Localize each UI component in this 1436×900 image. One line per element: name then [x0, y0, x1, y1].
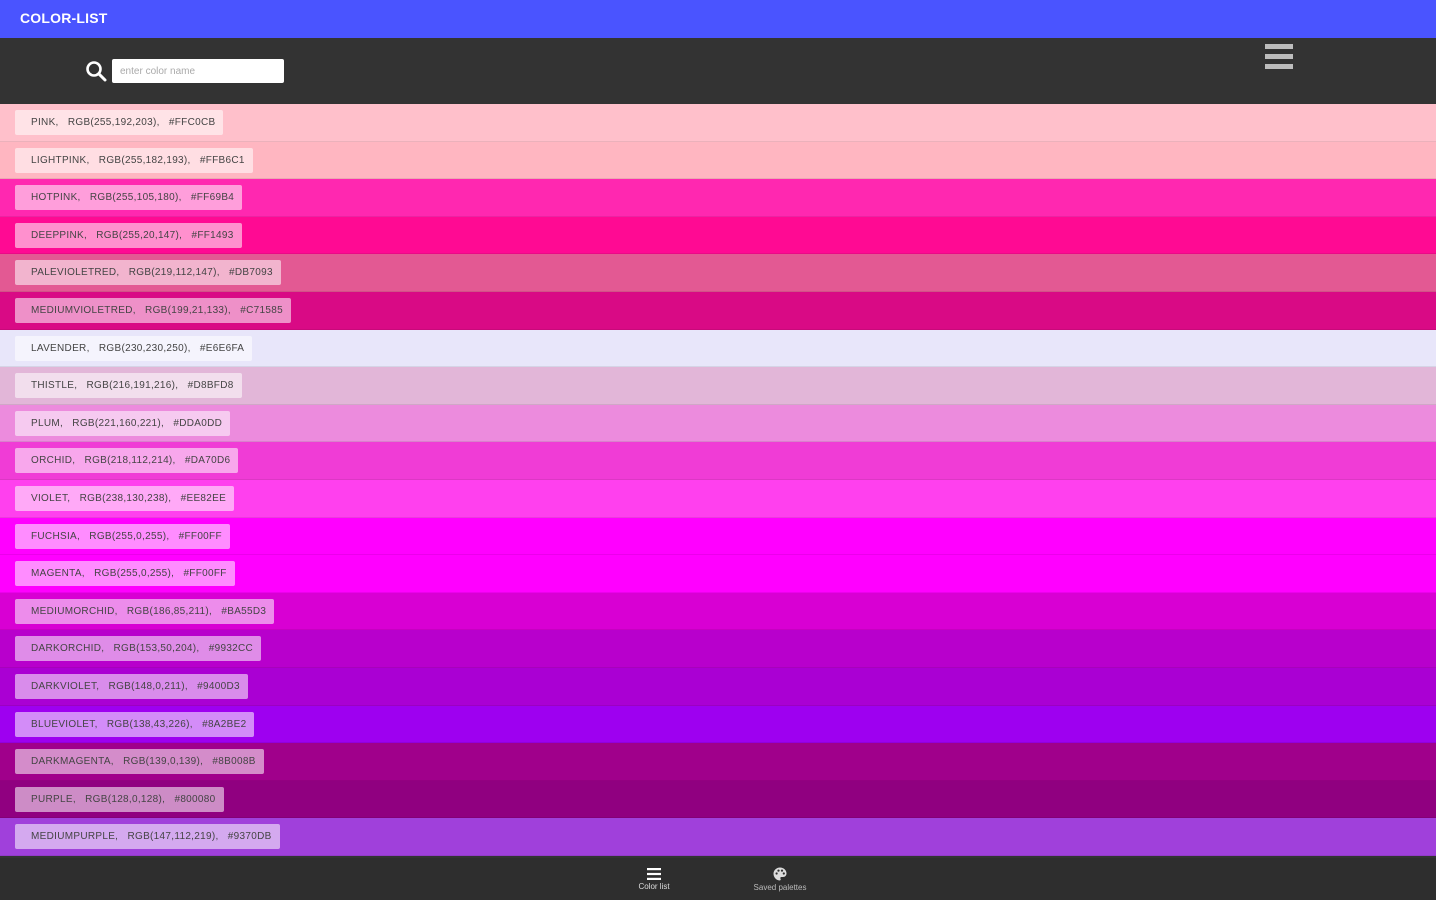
color-label: ORCHID, RGB(218,112,214), #DA70D6 [15, 448, 239, 474]
color-label: DARKMAGENTA, RGB(139,0,139), #8B008B [15, 749, 264, 775]
color-label: DARKVIOLET, RGB(148,0,211), #9400D3 [15, 673, 248, 699]
color-label: FUCHSIA, RGB(255,0,255), #FF00FF [15, 523, 230, 549]
title-bar: COLOR-LIST [0, 0, 1436, 38]
color-label: MEDIUMORCHID, RGB(186,85,211), #BA55D3 [15, 598, 275, 624]
color-row[interactable]: DARKORCHID, RGB(153,50,204), #9932CC [0, 630, 1436, 668]
color-label: LAVENDER, RGB(230,230,250), #E6E6FA [15, 335, 253, 361]
color-row[interactable]: LIGHTPINK, RGB(255,182,193), #FFB6C1 [0, 141, 1436, 180]
hamburger-menu-icon[interactable] [1263, 42, 1295, 72]
app-title: COLOR-LIST [20, 10, 108, 26]
color-label: PINK, RGB(255,192,203), #FFC0CB [15, 110, 224, 135]
color-label: PURPLE, RGB(128,0,128), #800080 [15, 786, 224, 812]
color-label: BLUEVIOLET, RGB(138,43,226), #8A2BE2 [15, 711, 255, 737]
bottom-navigation: Color list Saved palettes [0, 858, 1436, 900]
color-label: MEDIUMPURPLE, RGB(147,112,219), #9370DB [15, 824, 280, 850]
color-row[interactable]: ORCHID, RGB(218,112,214), #DA70D6 [0, 442, 1436, 480]
color-row[interactable]: DARKMAGENTA, RGB(139,0,139), #8B008B [0, 743, 1436, 781]
color-row[interactable]: PLUM, RGB(221,160,221), #DDA0DD [0, 404, 1436, 443]
color-label: VIOLET, RGB(238,130,238), #EE82EE [15, 485, 235, 511]
color-row[interactable]: PALEVIOLETRED, RGB(219,112,147), #DB7093 [0, 254, 1436, 292]
palette-icon [773, 867, 787, 880]
color-row[interactable]: BLUEVIOLET, RGB(138,43,226), #8A2BE2 [0, 705, 1436, 744]
color-row[interactable]: MAGENTA, RGB(255,0,255), #FF00FF [0, 555, 1436, 593]
nav-saved-palettes-label: Saved palettes [753, 882, 807, 892]
color-row[interactable]: PURPLE, RGB(128,0,128), #800080 [0, 780, 1436, 819]
color-row[interactable]: THISTLE, RGB(216,191,216), #D8BFD8 [0, 367, 1436, 405]
color-row[interactable]: MEDIUMVIOLETRED, RGB(199,21,133), #C7158… [0, 291, 1436, 330]
color-row[interactable]: LAVENDER, RGB(230,230,250), #E6E6FA [0, 329, 1436, 368]
color-label: LIGHTPINK, RGB(255,182,193), #FFB6C1 [15, 147, 253, 173]
search-input[interactable] [112, 59, 284, 83]
nav-color-list[interactable]: Color list [609, 858, 699, 900]
color-row[interactable]: FUCHSIA, RGB(255,0,255), #FF00FF [0, 517, 1436, 556]
color-row[interactable]: DEEPPINK, RGB(255,20,147), #FF1493 [0, 216, 1436, 255]
color-label: HOTPINK, RGB(255,105,180), #FF69B4 [15, 185, 243, 211]
color-row[interactable]: VIOLET, RGB(238,130,238), #EE82EE [0, 479, 1436, 518]
color-label: DEEPPINK, RGB(255,20,147), #FF1493 [15, 222, 242, 248]
color-row[interactable]: PINK, RGB(255,192,203), #FFC0CB [0, 104, 1436, 142]
color-label: MAGENTA, RGB(255,0,255), #FF00FF [15, 561, 235, 587]
color-label: MEDIUMVIOLETRED, RGB(199,21,133), #C7158… [15, 297, 291, 323]
nav-color-list-label: Color list [638, 881, 670, 891]
color-row[interactable]: HOTPINK, RGB(255,105,180), #FF69B4 [0, 179, 1436, 217]
color-label: PLUM, RGB(221,160,221), #DDA0DD [15, 410, 231, 436]
nav-saved-palettes[interactable]: Saved palettes [735, 858, 825, 900]
color-row[interactable]: MEDIUMORCHID, RGB(186,85,211), #BA55D3 [0, 592, 1436, 631]
color-row[interactable]: MEDIUMPURPLE, RGB(147,112,219), #9370DB [0, 818, 1436, 856]
color-label: PALEVIOLETRED, RGB(219,112,147), #DB7093 [15, 260, 281, 286]
search-icon[interactable] [84, 59, 108, 83]
color-row[interactable]: DARKVIOLET, RGB(148,0,211), #9400D3 [0, 667, 1436, 706]
list-icon [647, 867, 661, 880]
color-list: PINK, RGB(255,192,203), #FFC0CB LIGHTPINK… [0, 104, 1436, 858]
color-label: THISTLE, RGB(216,191,216), #D8BFD8 [15, 373, 242, 399]
color-label: DARKORCHID, RGB(153,50,204), #9932CC [15, 636, 262, 662]
